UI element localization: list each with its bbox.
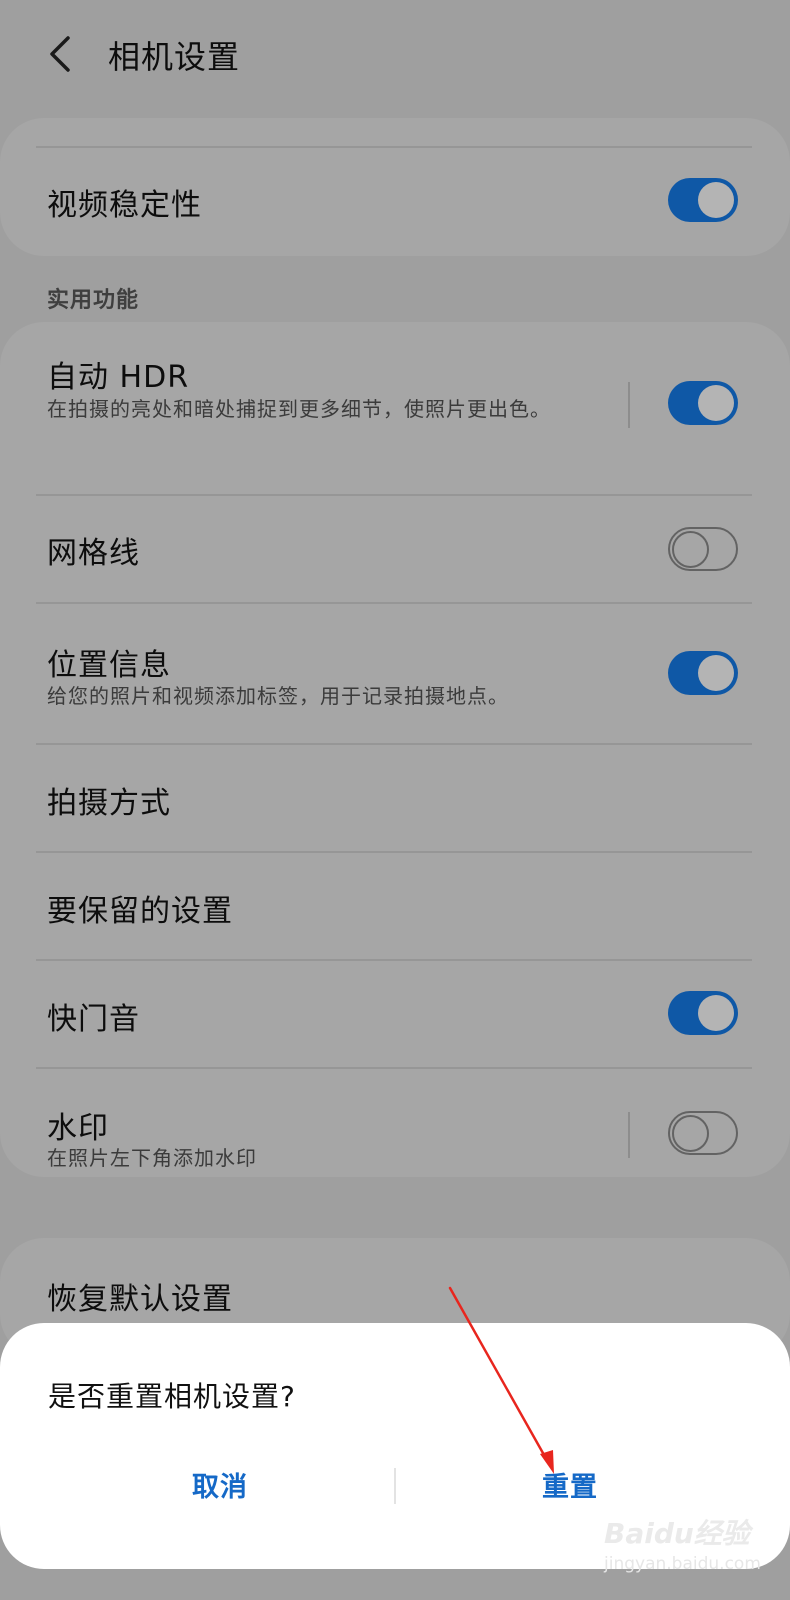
section-header-practical: 实用功能 [47, 288, 140, 313]
setting-label: 视频稳定性 [47, 188, 202, 223]
setting-label: 拍摄方式 [47, 786, 171, 821]
app-header: 相机设置 [0, 0, 790, 110]
setting-row-location[interactable]: 位置信息 给您的照片和视频添加标签，用于记录拍摄地点。 [0, 604, 790, 744]
back-arrow-icon[interactable] [44, 34, 80, 74]
setting-row-video-stabilization[interactable]: 视频稳定性 [0, 148, 790, 248]
setting-label: 恢复默认设置 [47, 1282, 233, 1317]
button-separator [394, 1468, 396, 1504]
setting-label: 位置信息 [47, 648, 171, 683]
watermark-logo: Baidu经验 [604, 1517, 750, 1550]
setting-row-auto-hdr[interactable]: 自动 HDR 在拍摄的亮处和暗处捕捉到更多细节，使照片更出色。 [0, 322, 790, 492]
auto-hdr-toggle[interactable] [668, 381, 738, 425]
reset-button[interactable]: 重置 [470, 1465, 670, 1504]
setting-label: 快门音 [47, 1002, 140, 1037]
setting-row-settings-to-keep[interactable]: 要保留的设置 [0, 853, 790, 959]
setting-row-grid-lines[interactable]: 网格线 [0, 496, 790, 602]
setting-row-watermark[interactable]: 水印 在照片左下角添加水印 [0, 1069, 790, 1177]
vertical-separator [628, 382, 630, 428]
grid-lines-toggle[interactable] [668, 527, 738, 571]
watermark-url: jingyan.baidu.com [604, 1554, 761, 1574]
page-title: 相机设置 [108, 38, 241, 76]
cancel-button[interactable]: 取消 [120, 1465, 320, 1504]
setting-row-shutter-sound[interactable]: 快门音 [0, 961, 790, 1067]
setting-label: 网格线 [47, 536, 140, 571]
shutter-sound-toggle[interactable] [668, 991, 738, 1035]
setting-label: 自动 HDR [47, 360, 190, 395]
baidu-watermark: Baidu经验 jingyan.baidu.com [604, 1512, 761, 1582]
setting-description: 在拍摄的亮处和暗处捕捉到更多细节，使照片更出色。 [47, 397, 551, 421]
setting-label: 要保留的设置 [47, 894, 233, 929]
watermark-toggle[interactable] [668, 1111, 738, 1155]
setting-description: 给您的照片和视频添加标签，用于记录拍摄地点。 [47, 684, 509, 708]
location-toggle[interactable] [668, 651, 738, 695]
dialog-question: 是否重置相机设置? [48, 1380, 296, 1413]
setting-row-shooting-methods[interactable]: 拍摄方式 [0, 745, 790, 851]
setting-description: 在照片左下角添加水印 [47, 1146, 257, 1170]
video-stabilization-toggle[interactable] [668, 178, 738, 222]
vertical-separator [628, 1112, 630, 1158]
